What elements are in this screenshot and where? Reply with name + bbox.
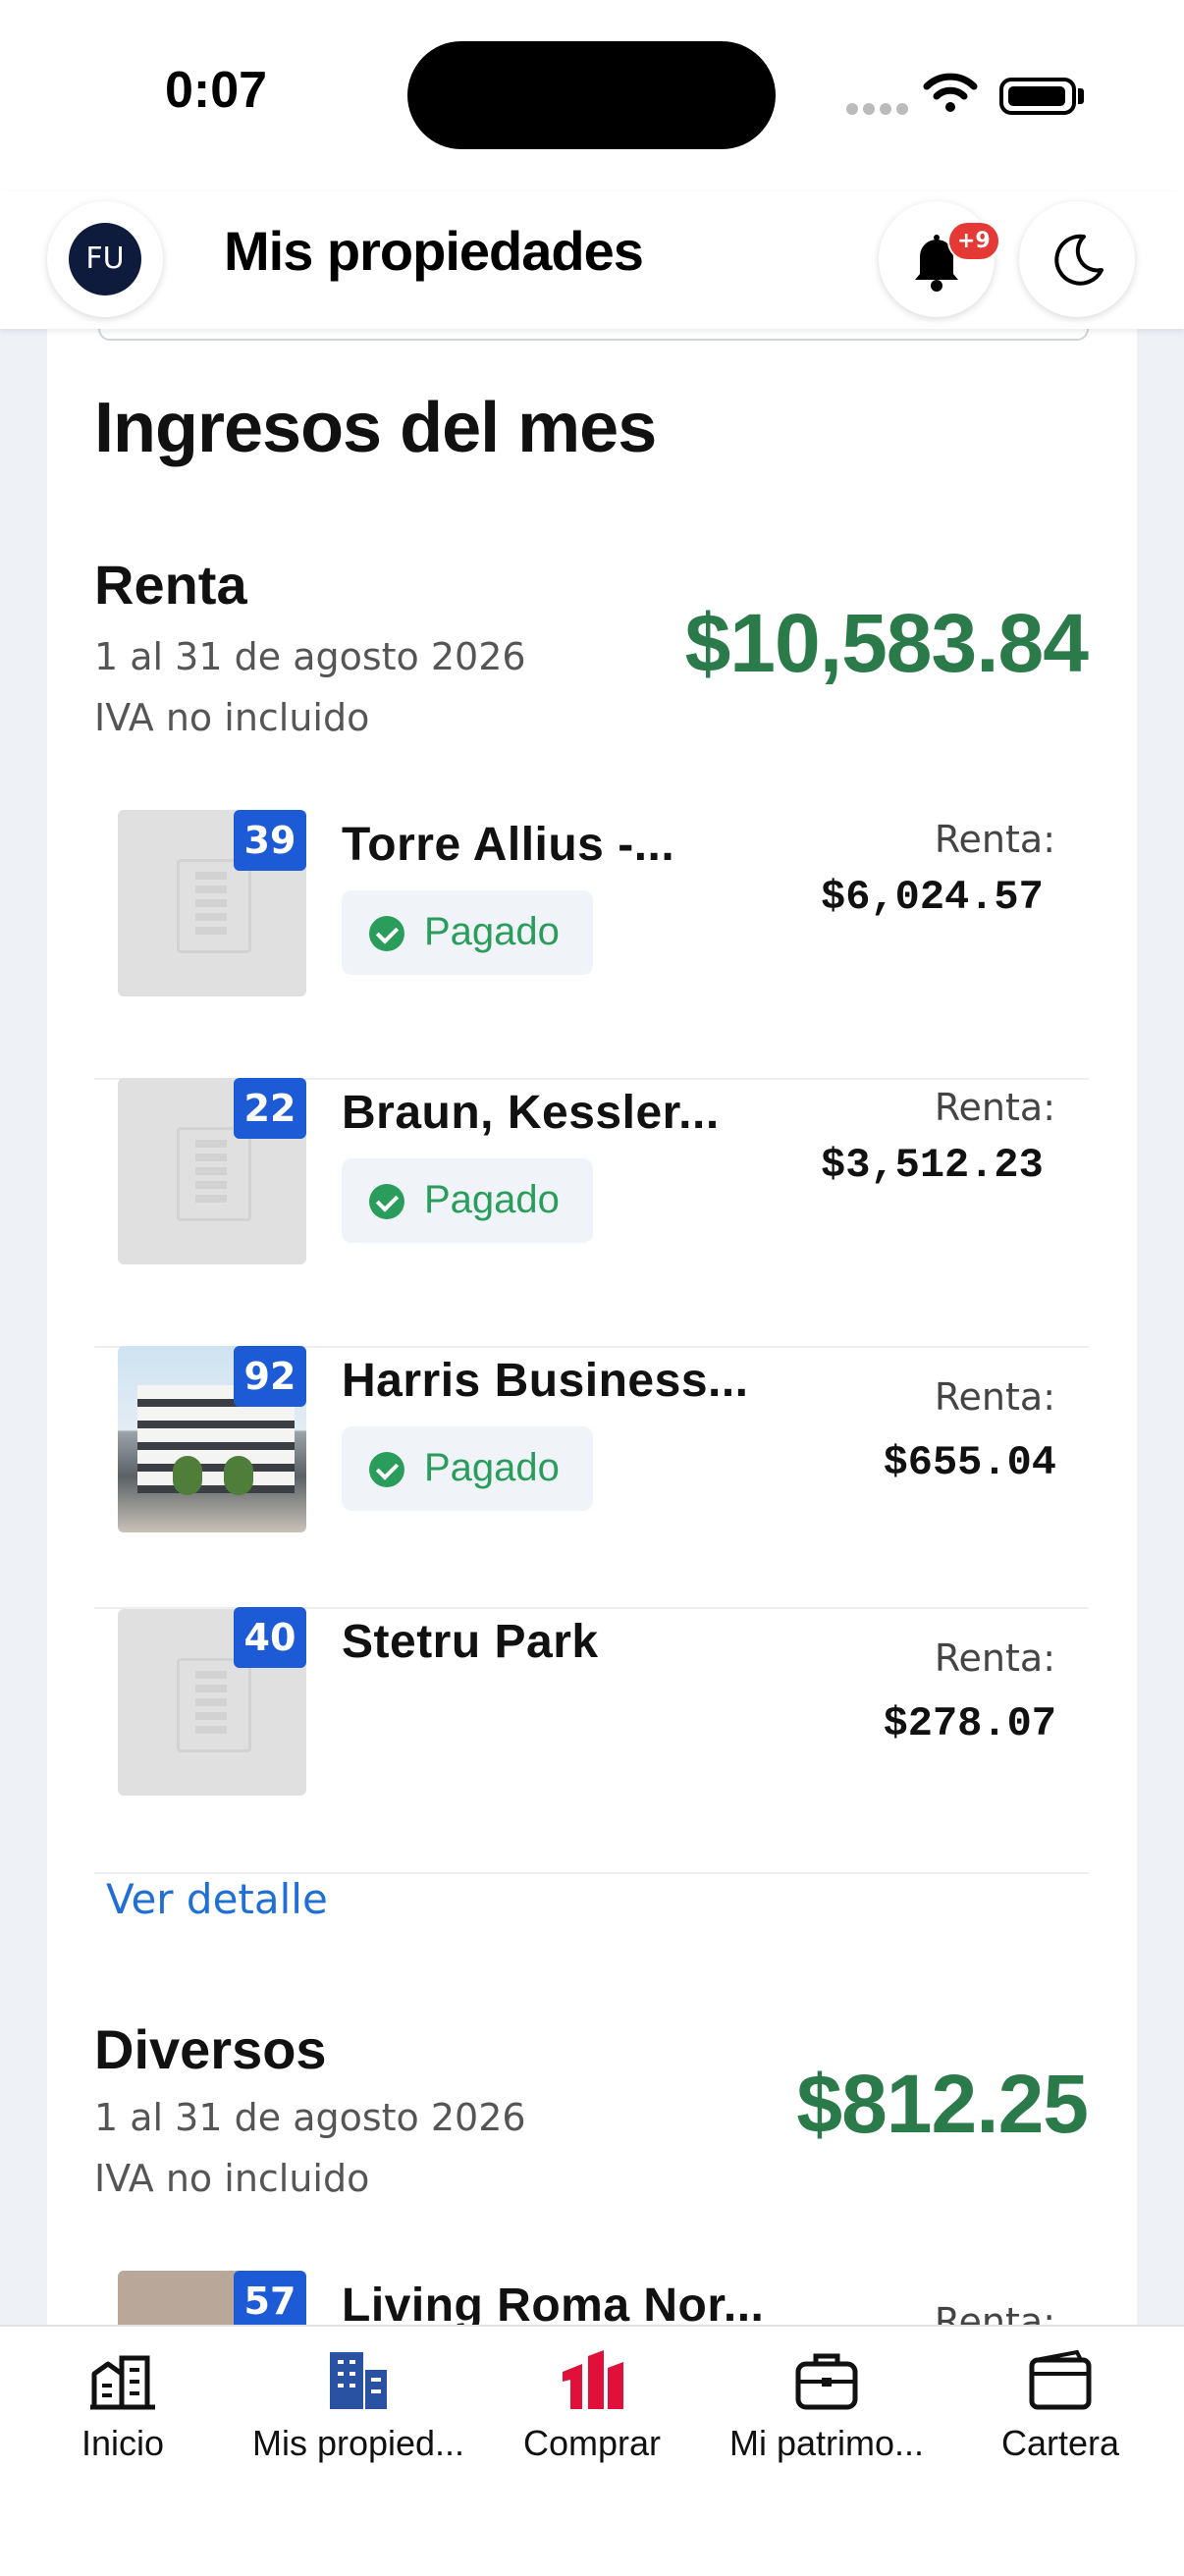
wifi-icon <box>923 73 978 112</box>
building-placeholder-icon <box>177 1127 251 1221</box>
property-row[interactable]: 22 Braun, Kessler... Pagado Renta: $3,51… <box>94 1078 1089 1348</box>
unit-badge: 92 <box>234 1346 306 1407</box>
unit-badge: 40 <box>234 1607 306 1668</box>
status-label: Pagado <box>424 1446 560 1489</box>
unit-badge: 39 <box>234 810 306 871</box>
misc-group-title: Diversos <box>94 2018 327 2080</box>
property-row[interactable]: 40 Stetru Park Renta: $278.07 <box>94 1607 1089 1874</box>
battery-icon <box>999 78 1076 115</box>
home-chart-icon <box>90 2355 155 2410</box>
property-name: Harris Business... <box>342 1355 749 1407</box>
check-circle-icon <box>369 916 404 951</box>
property-row[interactable]: 92 Harris Business... Pagado Renta: $655… <box>94 1346 1089 1609</box>
bottom-tab-bar: Inicio Mis propied... Comprar Mi patrimo… <box>0 2325 1184 2576</box>
misc-period: 1 al 31 de agosto 2026 <box>94 2096 526 2139</box>
status-bar: 0:07 <box>0 0 1184 191</box>
misc-total: $812.25 <box>796 2058 1089 2150</box>
rent-value: $278.07 <box>883 1700 1056 1747</box>
tab-label: Mis propied... <box>251 2423 465 2463</box>
property-name: Stetru Park <box>342 1616 599 1668</box>
rent-label: Renta: <box>934 1375 1055 1419</box>
property-name: Torre Allius -... <box>342 819 675 871</box>
rent-label: Renta: <box>934 818 1055 861</box>
app-header: FU Mis propiedades +9 <box>0 191 1184 329</box>
section-title: Ingresos del mes <box>94 389 657 467</box>
rent-label: Renta: <box>934 1086 1055 1129</box>
status-badge: Pagado <box>342 1158 593 1243</box>
notifications-button[interactable]: +9 <box>879 201 1000 317</box>
tab-label: Mi patrimo... <box>728 2423 925 2463</box>
unit-badge: 22 <box>234 1078 306 1139</box>
brand-logo-icon <box>563 2350 623 2409</box>
status-label: Pagado <box>424 1178 560 1221</box>
property-row[interactable]: 39 Torre Allius -... Pagado Renta: $6,02… <box>94 810 1089 1080</box>
cellular-signal-icon <box>846 100 913 119</box>
briefcase-icon <box>795 2353 858 2410</box>
divider <box>98 329 1089 341</box>
rent-period: 1 al 31 de agosto 2026 <box>94 635 526 678</box>
status-time: 0:07 <box>165 62 268 119</box>
building-placeholder-icon <box>177 859 251 953</box>
misc-tax-note: IVA no incluido <box>94 2157 370 2200</box>
profile-button[interactable]: FU <box>47 201 163 317</box>
wallet-icon <box>1029 2349 1092 2410</box>
tab-mi-patrimonio[interactable]: Mi patrimo... <box>717 2346 937 2464</box>
status-badge: Pagado <box>342 1426 593 1511</box>
check-circle-icon <box>369 1452 404 1487</box>
check-circle-icon <box>369 1184 404 1219</box>
rent-label: Renta: <box>934 1637 1055 1680</box>
tab-label: Inicio <box>81 2423 165 2463</box>
moon-icon <box>1054 234 1103 286</box>
rent-value: $6,024.57 <box>821 874 1044 921</box>
income-card: Ingresos del mes Renta 1 al 31 de agosto… <box>47 329 1137 2457</box>
view-detail-link[interactable]: Ver detalle <box>106 1875 328 1923</box>
notifications-badge: +9 <box>947 221 1000 261</box>
property-name: Braun, Kessler... <box>342 1087 720 1139</box>
rent-value: $3,512.23 <box>821 1142 1044 1189</box>
avatar: FU <box>69 223 141 295</box>
tab-label: Comprar <box>522 2423 662 2463</box>
building-placeholder-icon <box>177 1658 251 1752</box>
rent-value: $655.04 <box>883 1439 1056 1486</box>
status-label: Pagado <box>424 910 560 953</box>
theme-toggle-button[interactable] <box>1019 201 1135 317</box>
rent-tax-note: IVA no incluido <box>94 696 370 739</box>
tab-inicio[interactable]: Inicio <box>59 2346 187 2464</box>
buildings-icon <box>330 2352 387 2409</box>
unit-badge: 57 <box>234 2271 306 2332</box>
tab-cartera[interactable]: Cartera <box>992 2346 1129 2464</box>
rent-group-title: Renta <box>94 554 247 616</box>
tab-comprar[interactable]: Comprar <box>511 2346 673 2464</box>
tab-mis-propiedades[interactable]: Mis propied... <box>236 2346 481 2464</box>
rent-total: $10,583.84 <box>684 597 1089 689</box>
page-title: Mis propiedades <box>224 220 644 282</box>
tab-label: Cartera <box>1000 2423 1120 2463</box>
status-badge: Pagado <box>342 890 593 975</box>
dynamic-island <box>407 41 776 149</box>
